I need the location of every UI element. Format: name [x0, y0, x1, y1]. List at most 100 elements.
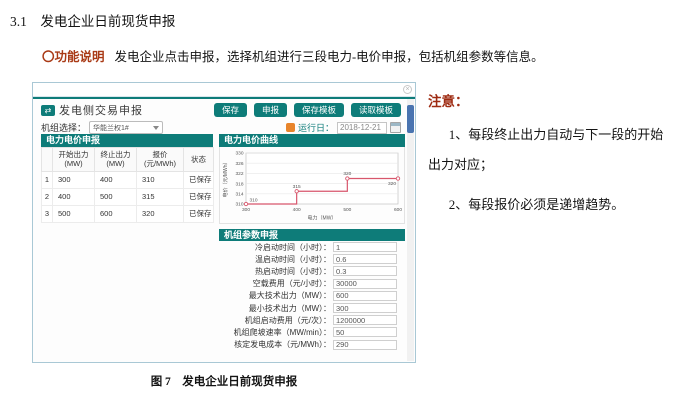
- param-input[interactable]: [333, 327, 397, 337]
- table-cell-end: 500: [95, 188, 137, 205]
- run-date-icon: [286, 123, 295, 132]
- param-input[interactable]: [333, 340, 397, 350]
- close-icon[interactable]: ×: [403, 85, 412, 94]
- table-cell-start: 300: [53, 171, 95, 188]
- param-row: 最大技术出力（MW）：: [219, 290, 405, 302]
- table-cell-price: 310: [137, 171, 184, 188]
- svg-text:电价（元/MWh）: 电价（元/MWh）: [222, 159, 229, 197]
- param-row: 核定发电成本（元/MWh）：: [219, 339, 405, 351]
- table-cell-start: 500: [53, 205, 95, 222]
- app-logo-icon: ⇄: [41, 105, 55, 116]
- table-cell-status: 已保存: [184, 188, 214, 205]
- note-item-2: 2、每段报价必须是递增趋势。: [428, 190, 676, 220]
- table-cell-end: 600: [95, 205, 137, 222]
- title-bar: ⇄ 发电侧交易申报 保存 申报 保存模板 读取模板: [41, 102, 401, 118]
- svg-text:315: 315: [293, 184, 301, 190]
- svg-text:310: 310: [235, 202, 243, 208]
- unit-select-label: 机组选择：: [41, 121, 86, 134]
- price-curve-svg: 310 314 318 322 326 330 300 400 500 600 310 315 320 3…: [220, 147, 404, 223]
- param-label: 空载费用（元/小时）：: [219, 278, 331, 289]
- app-window: ⇄ 发电侧交易申报 保存 申报 保存模板 读取模板 机组选择： 华能兰权1# 运…: [33, 97, 415, 362]
- svg-text:320: 320: [388, 181, 396, 187]
- curve-panel: 电力电价曲线 310314318322326330300400500600310…: [219, 134, 405, 351]
- svg-text:326: 326: [235, 161, 243, 167]
- param-label: 机组爬坡速率（MW/min）：: [219, 327, 331, 338]
- run-date-label: 运行日：: [298, 121, 334, 134]
- svg-text:318: 318: [235, 181, 243, 187]
- scrollbar-thumb[interactable]: [407, 105, 414, 133]
- svg-text:320: 320: [343, 171, 351, 177]
- param-input[interactable]: [333, 254, 397, 264]
- param-input[interactable]: [333, 291, 397, 301]
- run-date-group: 运行日：: [286, 121, 401, 134]
- svg-text:600: 600: [394, 207, 402, 213]
- price-table-panel: 电力电价申报 开始出力(MW)终止出力(MW)报价(元/MWh)状态 13004…: [41, 134, 213, 223]
- table-cell-status: 已保存: [184, 205, 214, 222]
- param-input[interactable]: [333, 279, 397, 289]
- table-header: 状态: [184, 148, 214, 172]
- param-label: 热启动时间（小时）：: [219, 266, 331, 277]
- save-template-button[interactable]: 保存模板: [294, 103, 344, 117]
- notes-title: 注意：: [428, 90, 676, 110]
- app-screenshot: × ⇄ 发电侧交易申报 保存 申报 保存模板 读取模板 机组选择： 华能兰权1#: [32, 82, 416, 363]
- svg-text:314: 314: [235, 192, 243, 198]
- declare-button[interactable]: 申报: [254, 103, 287, 117]
- param-input[interactable]: [333, 242, 397, 252]
- price-table-title: 电力电价申报: [41, 134, 213, 147]
- unit-select-value: 华能兰权1#: [93, 123, 129, 133]
- table-row[interactable]: 3500600320已保存: [42, 205, 214, 222]
- top-strip: ×: [33, 83, 415, 97]
- table-cell-status: 已保存: [184, 171, 214, 188]
- notes: 注意： 1、每段终止出力自动与下一段的开始出力对应； 2、每段报价必须是递增趋势…: [428, 90, 676, 220]
- param-input[interactable]: [333, 315, 397, 325]
- svg-text:300: 300: [242, 207, 250, 213]
- param-label: 最小技术出力（MW）：: [219, 303, 331, 314]
- table-cell-no: 2: [42, 188, 53, 205]
- table-header-index: [42, 148, 53, 172]
- save-button[interactable]: 保存: [214, 103, 247, 117]
- param-label: 核定发电成本（元/MWh）：: [219, 339, 331, 350]
- svg-text:电力（MW）: 电力（MW）: [308, 215, 337, 222]
- calendar-icon[interactable]: [390, 122, 401, 133]
- svg-text:500: 500: [343, 207, 351, 213]
- table-cell-no: 3: [42, 205, 53, 222]
- curve-panel-title: 电力电价曲线: [219, 134, 405, 147]
- note-item-1: 1、每段终止出力自动与下一段的开始出力对应；: [428, 120, 676, 180]
- param-label: 温启动时间（小时）：: [219, 254, 331, 265]
- toolbar: 保存 申报 保存模板 读取模板: [214, 103, 401, 117]
- params-form: 冷启动时间（小时）：温启动时间（小时）：热启动时间（小时）：空载费用（元/小时）…: [219, 241, 405, 351]
- table-cell-price: 315: [137, 188, 184, 205]
- table-cell-price: 320: [137, 205, 184, 222]
- table-row[interactable]: 1300400310已保存: [42, 171, 214, 188]
- table-cell-end: 400: [95, 171, 137, 188]
- param-input[interactable]: [333, 303, 397, 313]
- svg-text:330: 330: [235, 151, 243, 157]
- run-date-input[interactable]: [337, 122, 387, 134]
- table-header: 开始出力(MW): [53, 148, 95, 172]
- load-template-button[interactable]: 读取模板: [351, 103, 401, 117]
- app-title: 发电侧交易申报: [59, 102, 143, 118]
- param-input[interactable]: [333, 266, 397, 276]
- feature-description: 〇功能说明发电企业点击申报，选择机组进行三段电力-电价申报，包括机组参数等信息。: [42, 46, 544, 65]
- price-curve-chart: 310 314 318 322 326 330 300 400 500 600 310 315 320 3…: [219, 147, 405, 224]
- params-panel-title: 机组参数申报: [219, 229, 405, 241]
- svg-text:322: 322: [235, 171, 243, 177]
- scrollbar[interactable]: [407, 99, 414, 361]
- document-page: 3.1 发电企业日前现货申报 〇功能说明发电企业点击申报，选择机组进行三段电力-…: [0, 0, 676, 403]
- table-cell-start: 400: [53, 188, 95, 205]
- section-heading: 3.1 发电企业日前现货申报: [10, 10, 175, 30]
- param-row: 空载费用（元/小时）：: [219, 278, 405, 290]
- param-label: 机组启动费用（元/次）：: [219, 315, 331, 326]
- unit-select[interactable]: 华能兰权1#: [89, 121, 163, 134]
- param-row: 热启动时间（小时）：: [219, 265, 405, 277]
- param-row: 冷启动时间（小时）：: [219, 241, 405, 253]
- table-header: 报价(元/MWh): [137, 148, 184, 172]
- param-label: 冷启动时间（小时）：: [219, 242, 331, 253]
- feature-label: 〇功能说明: [42, 50, 105, 64]
- chevron-down-icon: [153, 126, 159, 130]
- svg-text:310: 310: [250, 198, 258, 204]
- param-row: 机组启动费用（元/次）：: [219, 314, 405, 326]
- param-row: 最小技术出力（MW）：: [219, 302, 405, 314]
- svg-text:400: 400: [293, 207, 301, 213]
- table-row[interactable]: 2400500315已保存: [42, 188, 214, 205]
